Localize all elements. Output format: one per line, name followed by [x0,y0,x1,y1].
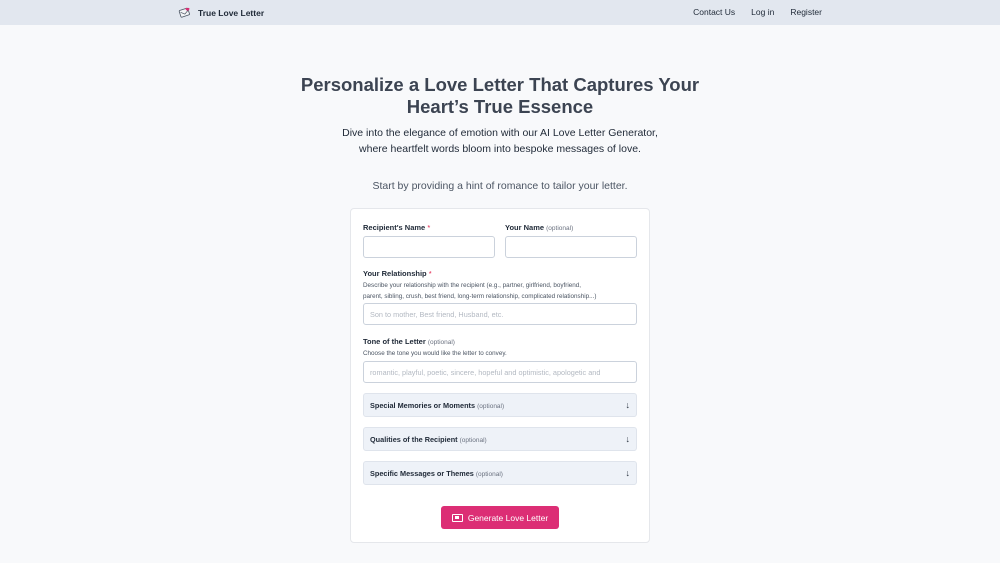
relationship-label-text: Your Relationship [363,269,427,278]
relationship-input[interactable] [363,303,637,325]
your-name-input[interactable] [505,236,637,258]
page-subtitle-line-1: Dive into the elegance of emotion with o… [342,127,658,139]
arrow-down-icon: ↓ [625,434,631,444]
relationship-help-line-1: Describe your relationship with the reci… [363,282,582,289]
main-nav: Contact Us Log in Register [693,7,822,17]
tone-label-text: Tone of the Letter [363,337,426,346]
register-link[interactable]: Register [790,7,822,17]
generate-button-label: Generate Love Letter [467,512,549,523]
relationship-help-line-2: parent, sibling, crush, best friend, lon… [363,292,597,300]
required-mark: * [427,223,431,232]
recipient-name-label-text: Recipient's Name [363,223,426,232]
love-letter-logo-icon [178,5,193,20]
form-intro-hint: Start by providing a hint of romance to … [372,180,628,192]
recipient-name-label: Recipient's Name * [363,223,430,232]
envelope-icon [451,513,463,522]
contact-us-link[interactable]: Contact Us [693,7,735,17]
relationship-label: Your Relationship * [363,269,432,278]
optional-tag: (optional) [459,436,487,444]
arrow-down-icon: ↓ [625,468,631,478]
special-memories-accordion[interactable]: Special Memories or Moments (optional) ↓ [363,393,637,417]
accordion-title: Qualities of the Recipient (optional) [370,435,487,444]
generate-love-letter-button[interactable]: Generate Love Letter [441,506,559,529]
arrow-down-icon: ↓ [625,400,631,410]
accordion-label: Special Memories or Moments [370,400,476,410]
page-subtitle: Dive into the elegance of emotion with o… [0,125,1000,157]
optional-tag: (optional) [546,225,574,232]
accordion-title: Special Memories or Moments (optional) [370,401,504,410]
page-title: Personalize a Love Letter That Captures … [0,74,1000,118]
tone-help-text: Choose the tone you would like the lette… [363,350,507,357]
login-link[interactable]: Log in [751,7,774,17]
page-title-line-2: Heart’s True Essence [406,96,594,117]
optional-tag: (optional) [477,402,505,410]
accordion-label: Specific Messages or Themes [370,468,474,478]
relationship-help-text: Describe your relationship with the reci… [363,281,643,302]
top-navigation-bar: True Love Letter Contact Us Log in Regis… [0,0,1000,25]
brand-link[interactable]: True Love Letter [178,5,264,20]
optional-tag: (optional) [427,339,455,346]
brand-name: True Love Letter [198,7,265,18]
optional-tag: (optional) [475,470,503,478]
tone-label: Tone of the Letter (optional) [363,337,455,346]
your-name-label: Your Name (optional) [505,223,573,232]
page-title-line-1: Personalize a Love Letter That Captures … [300,74,700,95]
page-subtitle-line-2: where heartfelt words bloom into bespoke… [359,143,641,155]
recipient-qualities-accordion[interactable]: Qualities of the Recipient (optional) ↓ [363,427,637,451]
tone-input[interactable] [363,361,637,383]
recipient-name-input[interactable] [363,236,495,258]
love-letter-form: Recipient's Name * Your Name (optional) … [350,208,650,543]
accordion-label: Qualities of the Recipient [370,434,458,444]
accordion-title: Specific Messages or Themes (optional) [370,469,503,478]
required-mark: * [428,269,432,278]
messages-themes-accordion[interactable]: Specific Messages or Themes (optional) ↓ [363,461,637,485]
your-name-label-text: Your Name [505,223,545,232]
